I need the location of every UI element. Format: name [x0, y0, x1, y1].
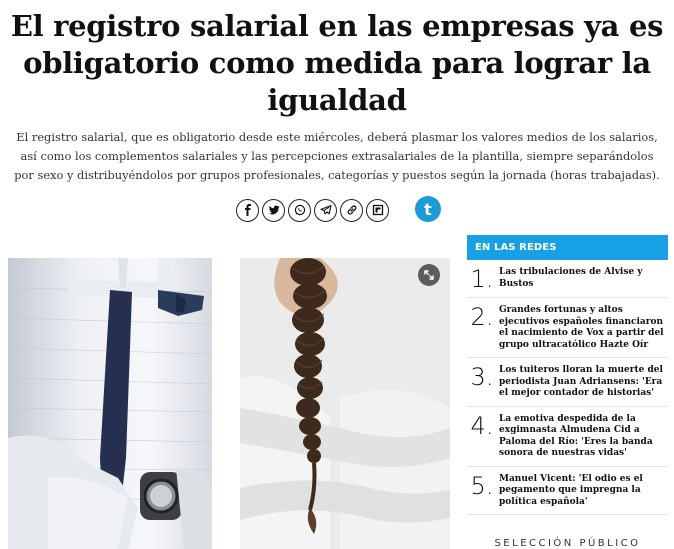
- trending-list: 1. Las tribulaciones de Alvise y Bustos …: [467, 260, 668, 515]
- sidebar-trending: EN LAS REDES 1. Las tribulaciones de Alv…: [467, 235, 668, 515]
- trending-item-4[interactable]: 4. La emotiva despedida de la exgimnasta…: [467, 407, 668, 467]
- trending-item-1[interactable]: 1. Las tribulaciones de Alvise y Bustos: [467, 260, 668, 298]
- trending-link[interactable]: Grandes fortunas y altos ejecutivos espa…: [497, 305, 664, 351]
- trending-rank: 3.: [470, 363, 494, 391]
- facebook-icon: [244, 204, 251, 216]
- photo-divider: [212, 258, 240, 549]
- trending-rank: 4.: [470, 411, 494, 440]
- facebook-share-button[interactable]: [236, 198, 259, 222]
- trending-rank: 5.: [470, 471, 494, 500]
- telegram-icon: [319, 204, 332, 215]
- trending-rank: 1.: [470, 265, 494, 293]
- expand-icon: [424, 270, 434, 280]
- photo-woman-braid: [240, 258, 450, 549]
- trending-item-5[interactable]: 5. Manuel Vicent: 'El odio es el pegamen…: [467, 467, 668, 515]
- article-lede: El registro salarial, que es obligatorio…: [14, 130, 660, 182]
- sidebar-title: EN LAS REDES: [467, 235, 668, 260]
- whatsapp-icon: [294, 204, 305, 216]
- expand-image-button[interactable]: [418, 264, 440, 286]
- photo-man-shirt: [8, 258, 212, 549]
- sidebar-footer-label: SELECCIÓN PÚBLICO: [494, 538, 641, 549]
- link-icon: [347, 205, 356, 215]
- trending-item-3[interactable]: 3. Los tuiteros lloran la muerte del per…: [467, 358, 668, 407]
- trending-rank: 2.: [470, 303, 494, 331]
- share-bar: [236, 198, 389, 222]
- copy-link-button[interactable]: [340, 198, 363, 222]
- whatsapp-share-button[interactable]: [288, 198, 311, 222]
- flipboard-icon: [372, 204, 383, 216]
- man-shirt-illustration: [8, 258, 212, 549]
- trending-item-2[interactable]: 2. Grandes fortunas y altos ejecutivos e…: [467, 298, 668, 358]
- publico-brand-button[interactable]: t: [415, 196, 441, 222]
- article-photo: [8, 258, 450, 549]
- trending-link[interactable]: Los tuiteros lloran la muerte del period…: [497, 365, 664, 400]
- twitter-share-button[interactable]: [262, 198, 285, 222]
- flipboard-share-button[interactable]: [366, 198, 389, 222]
- trending-link[interactable]: Las tribulaciones de Alvise y Bustos: [497, 267, 664, 290]
- woman-braid-illustration: [240, 258, 450, 549]
- telegram-share-button[interactable]: [314, 198, 337, 222]
- article-headline: El registro salarial en las empresas ya …: [10, 9, 664, 117]
- trending-link[interactable]: La emotiva despedida de la exgimnasta Al…: [497, 414, 664, 460]
- twitter-icon: [268, 205, 279, 215]
- trending-link[interactable]: Manuel Vicent: 'El odio es el pegamento …: [497, 474, 664, 509]
